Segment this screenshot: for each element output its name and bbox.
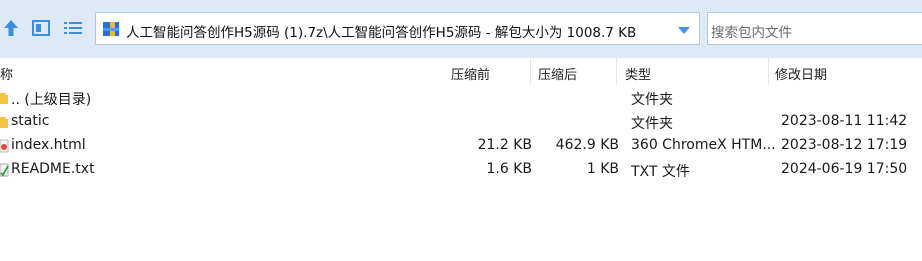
file-packed-size: 21.2 KB [477,137,532,153]
file-modified: 2023-08-11 11:42 [781,113,908,129]
list-item[interactable]: README.txt 1.6 KB 1 KB TXT 文件 2024-06-19… [0,158,922,182]
path-text: 人工智能问答创作H5源码 (1).7z\人工智能问答创作H5源码 - 解包大小为… [126,25,637,41]
folder-icon [0,91,8,109]
column-divider[interactable] [768,58,769,84]
html-file-icon [0,139,9,157]
file-modified: 2024-06-19 17:50 [781,161,908,177]
file-size: 1 KB [586,161,619,177]
list-item[interactable]: .. (上级目录) 文件夹 [0,86,922,110]
column-header-name[interactable]: 称 [0,64,13,83]
file-type: TXT 文件 [631,164,690,180]
file-name: index.html [11,137,86,153]
column-header-modified[interactable]: 修改日期 [775,64,827,83]
column-header-type[interactable]: 类型 [625,64,651,83]
up-arrow-icon[interactable] [0,17,22,39]
column-divider[interactable] [616,58,617,84]
column-divider[interactable] [530,58,531,84]
column-headers: 称 压缩前 压缩后 类型 修改日期 [0,58,922,84]
file-type: 文件夹 [631,92,673,108]
archive-icon [102,20,120,42]
list-item[interactable]: static 文件夹 2023-08-11 11:42 [0,110,922,134]
column-header-packed[interactable]: 压缩前 [451,64,490,83]
path-bar[interactable]: 人工智能问答创作H5源码 (1).7z\人工智能问答创作H5源码 - 解包大小为… [95,12,700,45]
file-size: 462.9 KB [555,137,619,153]
search-box[interactable]: 搜索包内文件 [707,12,922,45]
file-type: 360 ChromeX HTM... [631,137,776,153]
chevron-down-icon[interactable] [677,24,691,39]
search-input[interactable]: 搜索包内文件 [711,21,792,41]
file-name: README.txt [11,161,95,177]
list-item[interactable]: index.html 21.2 KB 462.9 KB 360 ChromeX … [0,134,922,158]
file-packed-size: 1.6 KB [486,161,533,177]
toolbar: 人工智能问答创作H5源码 (1).7z\人工智能问答创作H5源码 - 解包大小为… [0,0,922,58]
panel-view-icon[interactable] [30,17,52,39]
list-view-icon[interactable] [62,17,84,39]
column-header-size[interactable]: 压缩后 [538,64,577,83]
text-file-icon [0,163,9,181]
folder-icon [0,115,8,133]
file-type: 文件夹 [631,116,673,132]
file-name: .. (上级目录) [11,92,92,108]
file-name: static [11,113,50,129]
file-modified: 2023-08-12 17:19 [781,137,908,153]
